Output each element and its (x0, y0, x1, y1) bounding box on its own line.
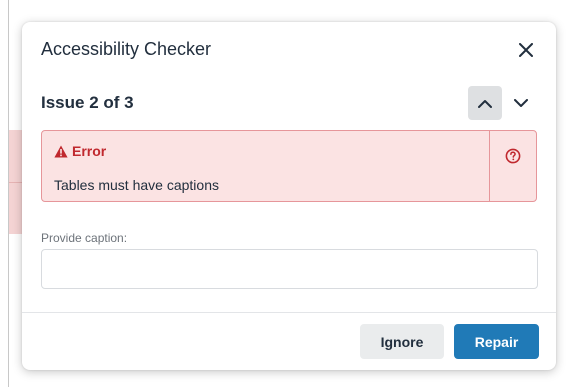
repair-button[interactable]: Repair (454, 324, 539, 359)
error-panel: Error Tables must have captions (41, 130, 537, 202)
close-button[interactable] (514, 38, 538, 62)
chevron-down-icon (514, 98, 528, 107)
help-button[interactable] (504, 147, 522, 165)
warning-icon (54, 145, 68, 158)
next-issue-button[interactable] (504, 86, 538, 120)
dialog-title: Accessibility Checker (41, 39, 212, 59)
close-icon (519, 43, 533, 57)
accessibility-checker-dialog: Accessibility Checker Issue 2 of 3 Error… (22, 22, 556, 370)
previous-issue-button[interactable] (468, 86, 502, 120)
error-severity: Error (54, 143, 106, 159)
help-icon (505, 148, 521, 164)
caption-input[interactable] (41, 249, 538, 289)
issue-navigation: Issue 2 of 3 (41, 86, 542, 120)
error-severity-label: Error (72, 143, 107, 159)
error-divider (489, 131, 490, 201)
dialog-header: Accessibility Checker (41, 36, 542, 66)
error-message: Tables must have captions (54, 177, 219, 193)
issue-counter: Issue 2 of 3 (41, 93, 134, 112)
footer-divider (22, 312, 556, 313)
caption-field-label: Provide caption: (41, 231, 128, 245)
ignore-button[interactable]: Ignore (360, 324, 444, 359)
chevron-up-icon (478, 99, 492, 108)
